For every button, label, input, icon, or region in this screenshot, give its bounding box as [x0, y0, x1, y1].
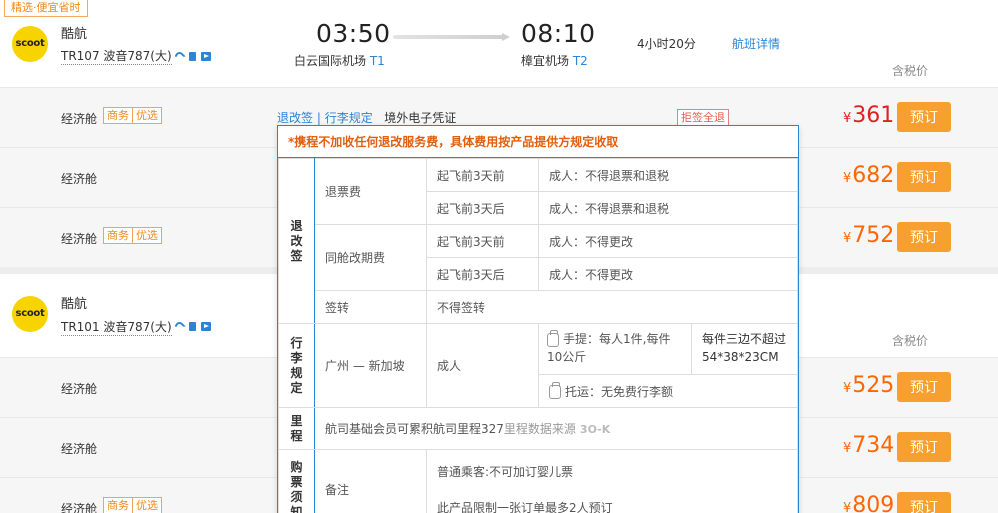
arrival-time: 08:10: [521, 19, 596, 48]
airline-logo: scoot: [12, 296, 48, 332]
badge-business: 商务: [103, 497, 133, 513]
carry-on-cell: 手提：每人1件,每件10公斤 每件三边不超过54*38*23CM: [538, 323, 798, 375]
baggage-section-label: 行李规定: [278, 323, 315, 408]
entertainment-icon: [201, 322, 211, 331]
badge-business: 商务: [103, 227, 133, 244]
fare-rule-links: 退改签 | 行李规定 境外电子凭证: [277, 109, 456, 126]
book-button[interactable]: 预订: [897, 222, 951, 252]
refund-section-label: 退改签: [278, 158, 315, 324]
book-button[interactable]: 预订: [897, 372, 951, 402]
arrival-airport: 樟宜机场 T2: [521, 54, 588, 68]
fare-price: ¥809: [843, 493, 895, 513]
period-after: 起飞前3天后: [426, 257, 539, 291]
change-fee-label: 同舱改期费: [314, 224, 427, 291]
remark-line: 此产品限制一张订单最多2人预订: [437, 500, 613, 513]
visa-refund-badge: 拒签全退: [677, 109, 729, 126]
period-before: 起飞前3天前: [426, 158, 539, 192]
fare-rules-popup: *携程不加收任何退改服务费，具体费用按产品提供方规定收取 退改签 退票费 起飞前…: [277, 125, 799, 513]
wifi-icon: [173, 320, 186, 333]
remark-label: 备注: [314, 449, 427, 513]
cabin-class: 经济舱: [61, 112, 98, 126]
cabin-class: 经济舱: [61, 172, 98, 186]
book-button[interactable]: 预订: [897, 102, 951, 132]
wifi-icon: [173, 50, 186, 63]
fare-rules-table: 退改签 退票费 起飞前3天前 成人：不得退票和退税 起飞前3天后 成人：不得退票…: [278, 158, 798, 513]
baggage-route: 广州 — 新加坡: [314, 323, 427, 408]
featured-tag: 精选·便宜省时: [4, 0, 88, 17]
departure-time: 03:50: [316, 19, 391, 48]
endorse-label: 签转: [314, 290, 427, 324]
amenity-icons: [173, 50, 211, 63]
fare-price: ¥525: [843, 373, 895, 398]
period-after: 起飞前3天后: [426, 191, 539, 225]
airline-name: 酷航: [61, 297, 88, 312]
badge-preferred: 优选: [132, 107, 162, 124]
carry-on-size: 每件三边不超过54*38*23CM: [702, 332, 787, 364]
flight-duration: 4小时20分: [637, 37, 696, 51]
mileage-section-label: 里程: [278, 407, 315, 450]
carry-on-bag-icon: [547, 329, 559, 347]
book-button[interactable]: 预订: [897, 492, 951, 513]
checked-allowance: 托运：无免费行李额: [538, 374, 798, 408]
airline-logo: scoot: [12, 26, 48, 62]
endorse-value: 不得签转: [426, 290, 798, 324]
baggage-passenger-type: 成人: [426, 323, 539, 408]
power-plug-icon: [189, 52, 196, 61]
book-button[interactable]: 预订: [897, 162, 951, 192]
checked-bag-icon: [549, 382, 561, 399]
notice-section-label: 购票须知: [278, 449, 315, 513]
fare-price: ¥682: [843, 163, 895, 188]
carry-on-allowance: 手提：每人1件,每件10公斤: [539, 324, 692, 374]
remark-line: 普通乘客:不可加订婴儿票: [437, 464, 574, 479]
cabin-class: 经济舱: [61, 442, 98, 456]
power-plug-icon: [189, 322, 196, 331]
fare-price: ¥734: [843, 433, 895, 458]
voucher-label: 境外电子凭证: [384, 111, 457, 125]
amenity-icons: [173, 320, 211, 333]
flight-details-link[interactable]: 航班详情: [732, 35, 780, 52]
flight-card-header: scoot 酷航 TR107 波音787(大) 03:50 白云国际机场 T1 …: [0, 17, 998, 87]
cabin-class: 经济舱: [61, 382, 98, 396]
popup-notice: *携程不加收任何退改服务费，具体费用按产品提供方规定收取: [278, 126, 798, 158]
baggage-rules-link[interactable]: 行李规定: [324, 111, 373, 126]
refund-change-link[interactable]: 退改签: [277, 111, 314, 126]
change-before-value: 成人：不得更改: [538, 224, 798, 258]
remark-values: 普通乘客:不可加订婴儿票 此产品限制一张订单最多2人预订: [426, 449, 798, 513]
entertainment-icon: [201, 52, 211, 61]
tax-included-label: 含税价: [892, 334, 929, 348]
badge-preferred: 优选: [132, 497, 162, 513]
mileage-source-logo: 3O-K: [579, 423, 611, 436]
fare-price: ¥752: [843, 223, 895, 248]
flight-number[interactable]: TR107 波音787(大): [61, 47, 172, 65]
departure-airport: 白云国际机场 T1: [294, 54, 385, 68]
mileage-info: 航司基础会员可累积航司里程327里程数据来源 3O-K: [314, 407, 798, 450]
book-button[interactable]: 预订: [897, 432, 951, 462]
tax-included-label: 含税价: [892, 64, 929, 78]
flight-list-page: 精选·便宜省时 scoot 酷航 TR107 波音787(大) 03:50 白云…: [0, 0, 998, 513]
badge-preferred: 优选: [132, 227, 162, 244]
refund-before-value: 成人：不得退票和退税: [538, 158, 798, 192]
badge-business: 商务: [103, 107, 133, 124]
flight-number[interactable]: TR101 波音787(大): [61, 318, 172, 336]
refund-fee-label: 退票费: [314, 158, 427, 225]
link-separator: |: [316, 111, 321, 125]
fare-price: ¥361: [843, 103, 895, 128]
period-before: 起飞前3天前: [426, 224, 539, 258]
cabin-class: 经济舱: [61, 232, 98, 246]
route-arrow: [393, 33, 510, 41]
cabin-class: 经济舱: [61, 502, 98, 513]
refund-after-value: 成人：不得退票和退税: [538, 191, 798, 225]
airline-name: 酷航: [61, 27, 88, 42]
change-after-value: 成人：不得更改: [538, 257, 798, 291]
